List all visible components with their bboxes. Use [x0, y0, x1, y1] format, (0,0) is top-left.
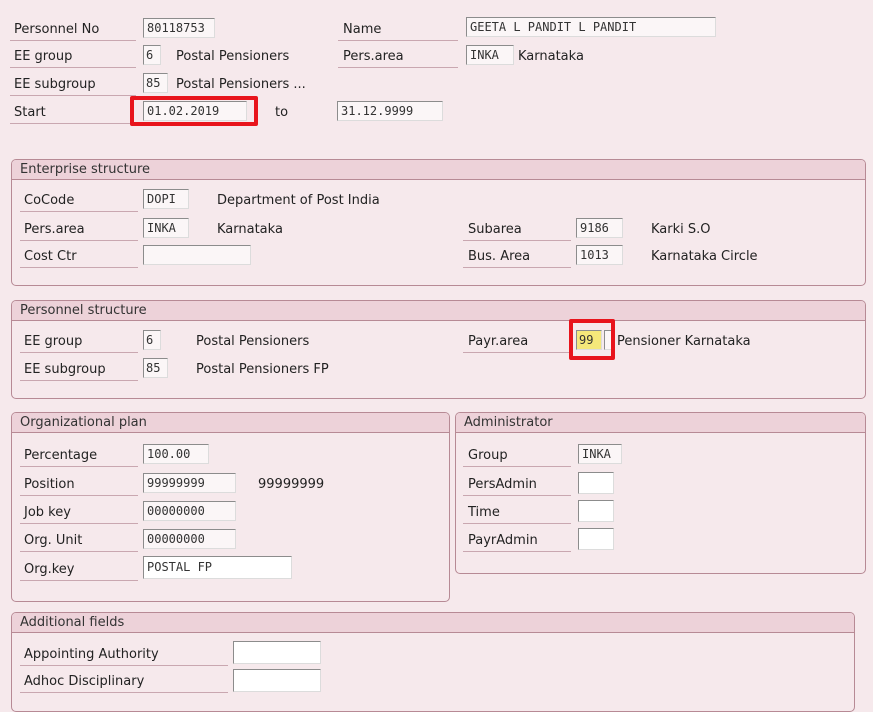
- ee-group-text: Postal Pensioners: [176, 49, 290, 64]
- pers-ee-group-text: Postal Pensioners: [196, 334, 310, 349]
- job-key-field[interactable]: 00000000: [143, 501, 236, 521]
- position-text: 99999999: [258, 477, 325, 492]
- ee-subgroup-label: EE subgroup: [14, 77, 96, 92]
- ent-pers-area-text: Karnataka: [217, 222, 283, 237]
- subarea-label: Subarea: [468, 222, 522, 237]
- name-field[interactable]: GEETA L PANDIT L PANDIT: [466, 17, 716, 37]
- label-underline: [20, 495, 138, 496]
- ee-group-label: EE group: [14, 49, 73, 64]
- ee-subgroup-text: Postal Pensioners ...: [176, 77, 306, 92]
- pers-ee-group-field[interactable]: 6: [143, 330, 161, 350]
- ent-pers-area-field[interactable]: INKA: [143, 218, 189, 238]
- to-label: to: [275, 105, 289, 120]
- label-underline: [10, 67, 136, 68]
- label-underline: [20, 580, 138, 581]
- label-underline: [20, 692, 228, 693]
- appointing-authority-label: Appointing Authority: [24, 647, 159, 662]
- position-field[interactable]: 99999999: [143, 473, 236, 493]
- administrator-title: Administrator: [456, 413, 865, 433]
- end-date-field[interactable]: 31.12.9999: [337, 101, 443, 121]
- personnel-structure-title: Personnel structure: [12, 301, 865, 321]
- admin-group-label: Group: [468, 448, 508, 463]
- pers-area-label: Pers.area: [343, 49, 404, 64]
- label-underline: [10, 95, 136, 96]
- time-admin-label: Time: [468, 505, 500, 520]
- label-underline: [20, 240, 138, 241]
- label-underline: [10, 40, 136, 41]
- pers-admin-field[interactable]: [578, 472, 614, 494]
- org-key-field[interactable]: POSTAL FP: [143, 556, 292, 579]
- label-underline: [20, 551, 138, 552]
- enterprise-structure-title: Enterprise structure: [12, 160, 865, 180]
- ee-group-field[interactable]: 6: [143, 45, 161, 65]
- label-underline: [338, 67, 458, 68]
- ee-subgroup-field[interactable]: 85: [143, 73, 168, 93]
- pers-area-field[interactable]: INKA: [466, 45, 514, 65]
- additional-fields-title: Additional fields: [12, 613, 854, 633]
- name-label: Name: [343, 22, 382, 37]
- pers-ee-subgroup-text: Postal Pensioners FP: [196, 362, 329, 377]
- bus-area-field[interactable]: 1013: [576, 245, 623, 265]
- pers-ee-subgroup-label: EE subgroup: [24, 362, 106, 377]
- cost-ctr-label: Cost Ctr: [24, 249, 77, 264]
- label-underline: [338, 40, 458, 41]
- pers-area-text: Karnataka: [518, 49, 584, 64]
- pers-ee-group-label: EE group: [24, 334, 83, 349]
- payr-admin-label: PayrAdmin: [468, 533, 538, 548]
- percentage-label: Percentage: [24, 448, 98, 463]
- label-underline: [20, 267, 138, 268]
- payr-area-highlight: [569, 319, 615, 360]
- personnel-no-label: Personnel No: [14, 22, 100, 37]
- subarea-text: Karki S.O: [651, 222, 711, 237]
- appointing-authority-field[interactable]: [233, 641, 321, 664]
- label-underline: [463, 240, 571, 241]
- job-key-label: Job key: [24, 505, 71, 520]
- adhoc-disciplinary-label: Adhoc Disciplinary: [24, 674, 145, 689]
- org-key-label: Org.key: [24, 562, 75, 577]
- label-underline: [463, 551, 571, 552]
- start-date-highlight: [130, 96, 258, 126]
- label-underline: [20, 523, 138, 524]
- enterprise-structure-group: Enterprise structure: [11, 159, 866, 286]
- position-label: Position: [24, 477, 75, 492]
- ent-pers-area-label: Pers.area: [24, 222, 85, 237]
- bus-area-text: Karnataka Circle: [651, 249, 758, 264]
- label-underline: [10, 123, 136, 124]
- label-underline: [463, 267, 571, 268]
- adhoc-disciplinary-field[interactable]: [233, 669, 321, 692]
- label-underline: [20, 466, 138, 467]
- cocode-field[interactable]: DOPI: [143, 189, 189, 209]
- label-underline: [20, 352, 138, 353]
- label-underline: [463, 495, 571, 496]
- label-underline: [463, 352, 571, 353]
- org-plan-title: Organizational plan: [12, 413, 449, 433]
- label-underline: [463, 466, 571, 467]
- time-admin-field[interactable]: [578, 500, 614, 522]
- payr-area-text: Pensioner Karnataka: [617, 334, 751, 349]
- personnel-no-field[interactable]: 80118753: [143, 18, 215, 38]
- label-underline: [20, 211, 138, 212]
- pers-admin-label: PersAdmin: [468, 477, 537, 492]
- cocode-text: Department of Post India: [217, 193, 380, 208]
- pers-ee-subgroup-field[interactable]: 85: [143, 358, 168, 378]
- admin-group-field[interactable]: INKA: [578, 444, 622, 464]
- org-unit-field[interactable]: 00000000: [143, 529, 236, 549]
- cocode-label: CoCode: [24, 193, 75, 208]
- payr-area-label: Payr.area: [468, 334, 529, 349]
- cost-ctr-field[interactable]: [143, 245, 251, 265]
- percentage-field[interactable]: 100.00: [143, 444, 209, 464]
- bus-area-label: Bus. Area: [468, 249, 531, 264]
- payr-admin-field[interactable]: [578, 528, 614, 550]
- label-underline: [463, 523, 571, 524]
- label-underline: [20, 380, 138, 381]
- label-underline: [20, 665, 228, 666]
- org-unit-label: Org. Unit: [24, 533, 83, 548]
- subarea-field[interactable]: 9186: [576, 218, 623, 238]
- start-label: Start: [14, 105, 46, 120]
